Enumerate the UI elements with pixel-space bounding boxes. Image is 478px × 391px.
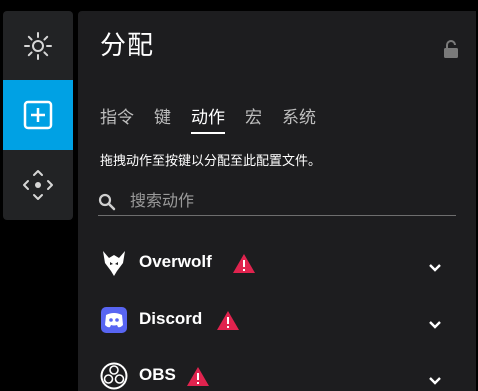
tab-actions[interactable]: 动作: [191, 103, 225, 134]
tab-macros[interactable]: 宏: [245, 103, 262, 134]
chevron-down-icon[interactable]: [428, 370, 442, 389]
move-button[interactable]: [3, 150, 73, 220]
side-rail: [3, 11, 73, 220]
drag-hint-text: 拖拽动作至按键以分配至此配置文件。: [100, 154, 322, 169]
warning-icon: [186, 366, 210, 391]
move-icon: [23, 170, 53, 200]
search-icon: [98, 193, 116, 215]
tab-commands[interactable]: 指令: [100, 103, 134, 134]
warning-icon: [216, 310, 240, 335]
search-bar: [98, 187, 456, 216]
integration-row-overwolf[interactable]: Overwolf: [100, 245, 450, 281]
tab-system[interactable]: 系统: [282, 103, 316, 134]
integration-name: Overwolf: [139, 252, 212, 271]
discord-icon: [100, 306, 128, 334]
overwolf-icon: [100, 249, 128, 277]
integration-row-obs[interactable]: OBS: [100, 358, 450, 391]
add-square-icon: [23, 100, 53, 130]
unlock-icon[interactable]: [443, 40, 459, 63]
integration-row-discord[interactable]: Discord: [100, 302, 450, 338]
warning-icon: [232, 253, 256, 278]
chevron-down-icon[interactable]: [428, 314, 442, 333]
tab-keys[interactable]: 键: [154, 103, 171, 134]
chevron-down-icon[interactable]: [428, 257, 442, 276]
integration-name: Discord: [139, 309, 203, 328]
integration-name: OBS: [139, 365, 176, 384]
assignments-panel: 分配 指令 键 动作 宏 系统 拖拽动作至按键以分配至此配置文件。 搜索动作 O…: [78, 11, 476, 391]
search-input[interactable]: [130, 187, 450, 213]
obs-icon: [100, 362, 128, 390]
lighting-button[interactable]: [3, 11, 73, 81]
assignments-button[interactable]: [3, 80, 73, 150]
brightness-icon: [24, 32, 52, 60]
page-title: 分配: [100, 31, 155, 61]
tab-bar: 指令 键 动作 宏 系统: [100, 103, 336, 134]
